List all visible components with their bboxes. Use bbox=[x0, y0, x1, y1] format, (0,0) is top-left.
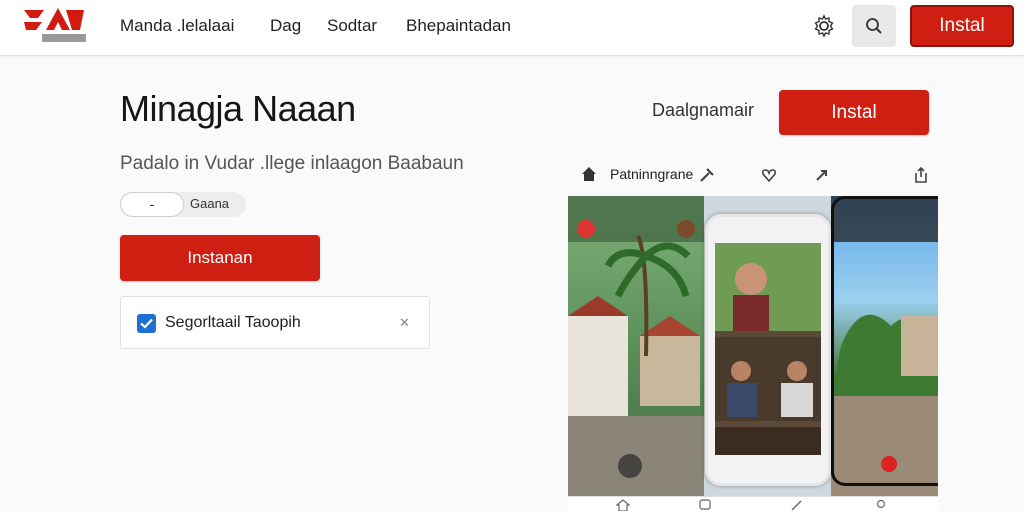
nav-item-1[interactable]: Manda .lelalaai bbox=[120, 16, 234, 36]
phone-frame-right bbox=[831, 196, 938, 486]
settings-icon[interactable] bbox=[812, 14, 836, 38]
nav-profile-icon[interactable] bbox=[874, 499, 888, 511]
side-install-button[interactable]: Instal bbox=[779, 90, 929, 135]
top-navbar: Manda .lelalaai Dag Sodtar Bhepaintadan … bbox=[0, 0, 1024, 56]
option-checkbox[interactable] bbox=[137, 314, 156, 333]
screenshot-left bbox=[568, 196, 704, 496]
rating-label: Gaana bbox=[190, 196, 230, 211]
nav-item-3[interactable]: Sodtar bbox=[327, 16, 377, 36]
preview-toolbar: Patninngrane bbox=[568, 158, 938, 192]
app-subtitle: Padalo in Vudar .llege inlaagon Baabaun bbox=[120, 153, 464, 174]
share-icon[interactable] bbox=[912, 166, 930, 184]
nav-edit-icon[interactable] bbox=[790, 499, 804, 511]
nav-item-4[interactable]: Bhepaintadan bbox=[406, 16, 511, 36]
app-screenshots[interactable] bbox=[568, 196, 938, 496]
main-install-button[interactable]: Instanan bbox=[120, 235, 320, 281]
app-title: Minagja Naaan bbox=[120, 88, 356, 129]
rating-value: - bbox=[120, 192, 184, 217]
developer-name[interactable]: Daalgnamair bbox=[652, 100, 754, 121]
brand-logo[interactable] bbox=[22, 4, 88, 48]
option-label: Segorltaail Taoopih bbox=[165, 314, 301, 331]
screenshot-nav-strip bbox=[568, 496, 938, 512]
home-icon[interactable] bbox=[580, 165, 598, 183]
checkmark-icon bbox=[140, 318, 153, 329]
dismiss-icon[interactable]: ✕ bbox=[399, 315, 410, 331]
forward-icon[interactable] bbox=[814, 166, 832, 184]
phone-screen bbox=[715, 243, 821, 455]
option-card: Segorltaail Taoopih ✕ bbox=[120, 296, 430, 349]
header-install-button[interactable]: Instal bbox=[910, 5, 1014, 47]
preview-label: Patninngrane bbox=[610, 166, 694, 182]
nav-item-2[interactable]: Dag bbox=[270, 16, 301, 36]
phone-frame-center bbox=[705, 214, 831, 486]
nav-home-icon[interactable] bbox=[616, 499, 630, 511]
nav-chat-icon[interactable] bbox=[698, 499, 712, 511]
search-icon bbox=[866, 18, 882, 34]
search-button[interactable] bbox=[852, 5, 896, 47]
tool-icon[interactable] bbox=[698, 166, 716, 184]
heart-icon[interactable] bbox=[760, 166, 778, 184]
rating-pill[interactable]: - Gaana bbox=[120, 192, 246, 217]
